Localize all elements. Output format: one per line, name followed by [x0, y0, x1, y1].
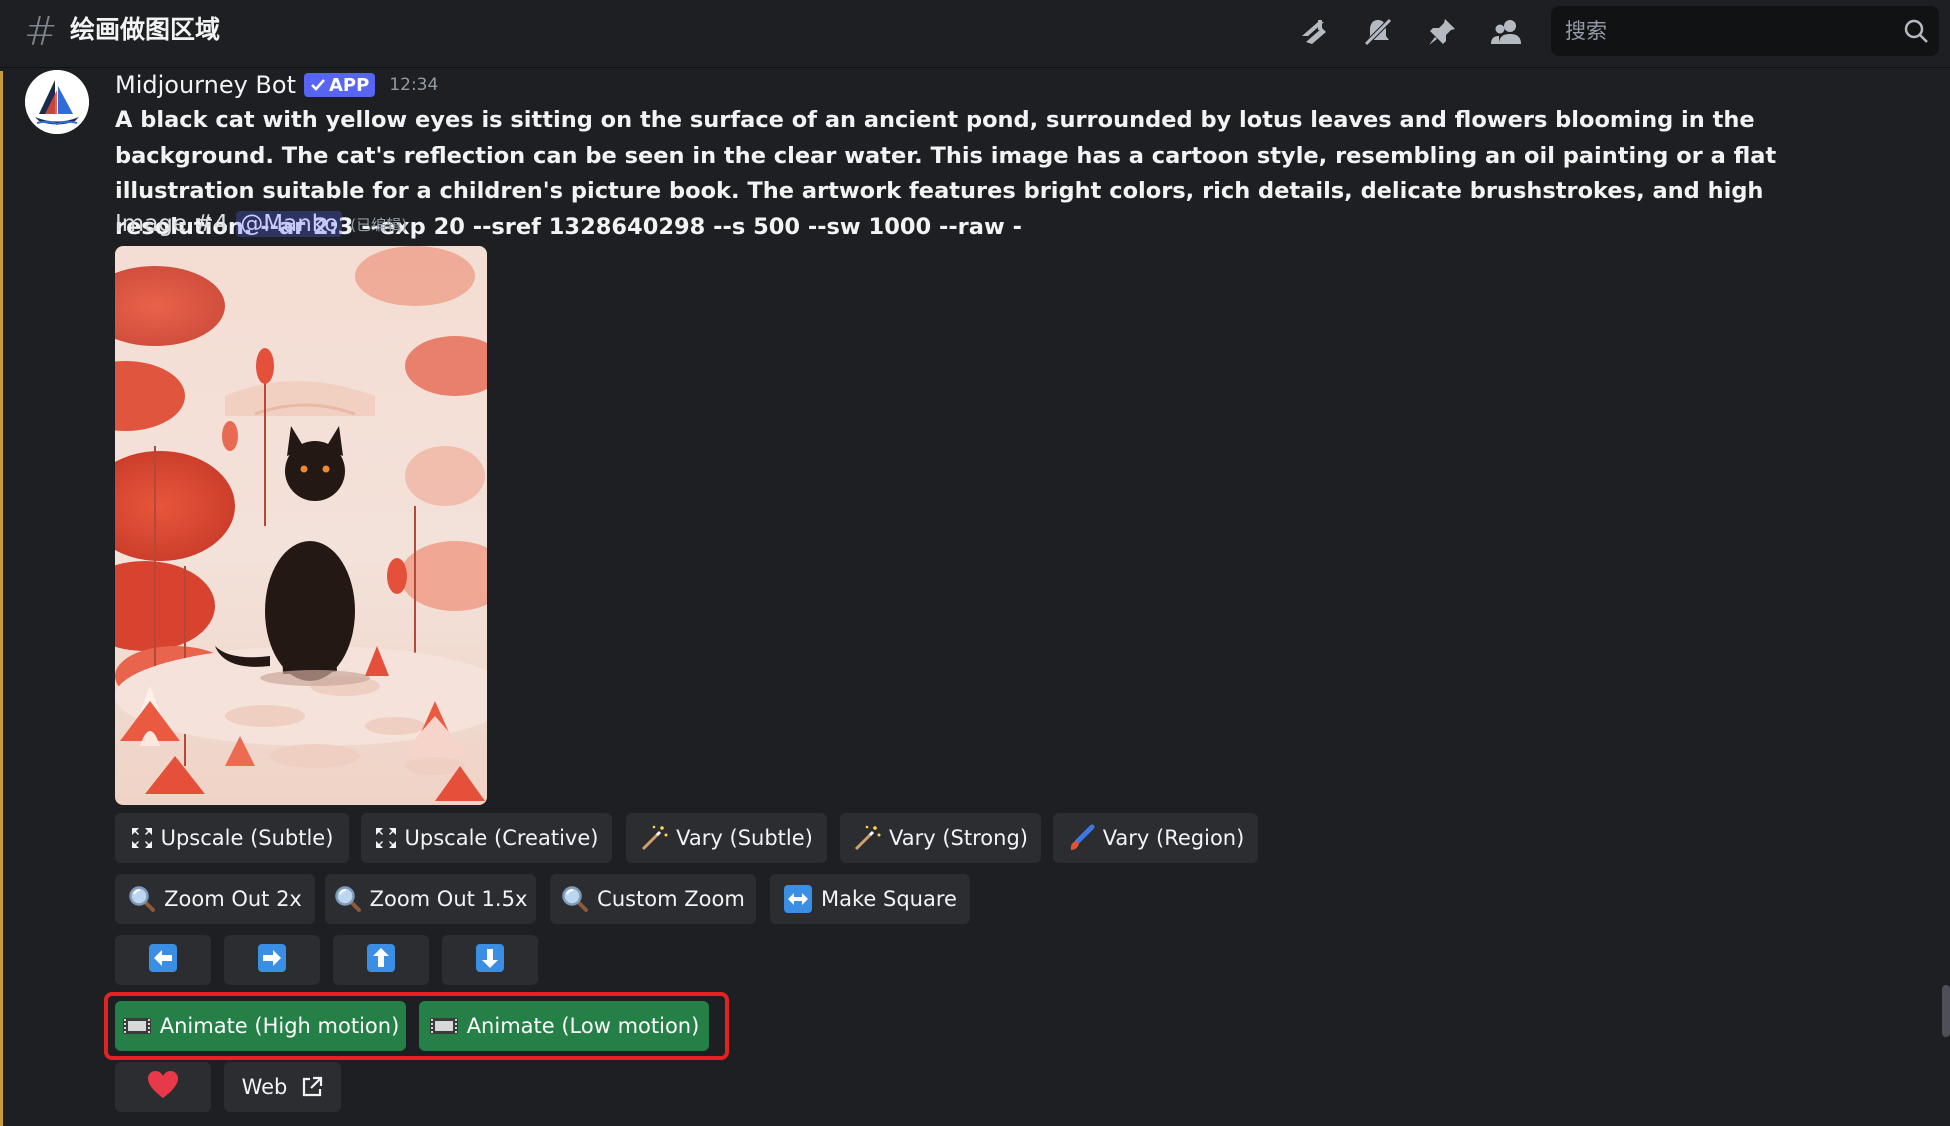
vary-strong-label: Vary (Strong)	[889, 826, 1028, 850]
animate-high-motion-label: Animate (High motion)	[159, 1014, 400, 1038]
arrow-down-icon	[475, 943, 505, 978]
expand-icon	[375, 827, 397, 849]
image-subline: Image #4 @Manko (已编辑)	[115, 207, 407, 241]
search-icon[interactable]	[1903, 18, 1929, 48]
external-link-icon	[301, 1076, 323, 1098]
generated-image[interactable]	[115, 246, 487, 805]
channel-hash-icon: #	[24, 9, 58, 55]
app-badge: APP	[303, 73, 376, 97]
username[interactable]: Midjourney Bot	[115, 71, 296, 99]
vary-region-button[interactable]: Vary (Region)	[1053, 813, 1258, 863]
arrow-left-icon	[148, 943, 178, 978]
pan-left-button[interactable]	[115, 935, 211, 985]
magnifier-icon	[334, 885, 362, 913]
expand-icon	[131, 827, 153, 849]
magic-wand-icon	[640, 824, 668, 852]
custom-zoom-label: Custom Zoom	[597, 887, 745, 911]
film-icon	[429, 1015, 459, 1037]
web-label: Web	[241, 1075, 288, 1099]
members-icon[interactable]	[1486, 12, 1526, 52]
badge-label: APP	[328, 74, 370, 96]
user-mention[interactable]: @Manko	[236, 211, 343, 237]
timestamp: 12:34	[389, 75, 439, 95]
custom-zoom-button[interactable]: Custom Zoom	[550, 874, 756, 924]
message-header: Midjourney Bot APP 12:34	[115, 69, 438, 101]
pan-up-button[interactable]	[333, 935, 429, 985]
zoom-out-2x-button[interactable]: Zoom Out 2x	[115, 874, 315, 924]
make-square-button[interactable]: Make Square	[770, 874, 970, 924]
search-box[interactable]	[1551, 6, 1939, 56]
image-label: Image #4	[115, 211, 229, 237]
threads-icon[interactable]	[1294, 12, 1334, 52]
animate-low-motion-button[interactable]: Animate (Low motion)	[419, 1001, 709, 1051]
edited-label: (已编辑)	[350, 215, 408, 234]
pan-down-button[interactable]	[442, 935, 538, 985]
arrow-right-icon	[257, 943, 287, 978]
scrollbar-thumb[interactable]	[1942, 985, 1950, 1037]
upscale-creative-button[interactable]: Upscale (Creative)	[361, 813, 612, 863]
favorite-button[interactable]	[115, 1062, 211, 1112]
message-highlight-bar	[0, 71, 3, 1126]
magnifier-icon	[128, 885, 156, 913]
pin-icon[interactable]	[1422, 12, 1462, 52]
search-input[interactable]	[1565, 6, 1885, 56]
vary-subtle-label: Vary (Subtle)	[676, 826, 813, 850]
message-area: Midjourney Bot APP 12:34 A black cat wit…	[0, 69, 1950, 1126]
check-icon	[311, 79, 325, 91]
arrow-up-icon	[366, 943, 396, 978]
pan-right-button[interactable]	[224, 935, 320, 985]
channel-header: # 绘画做图区域	[0, 0, 1950, 68]
magnifier-icon	[561, 885, 589, 913]
zoom-out-1-5x-button[interactable]: Zoom Out 1.5x	[325, 874, 536, 924]
upscale-subtle-label: Upscale (Subtle)	[160, 826, 334, 850]
mute-icon[interactable]	[1358, 12, 1398, 52]
zoom-out-2x-label: Zoom Out 2x	[164, 887, 302, 911]
avatar[interactable]	[25, 70, 89, 134]
web-link-button[interactable]: Web	[224, 1062, 341, 1112]
heart-icon	[147, 1070, 179, 1105]
zoom-out-1-5x-label: Zoom Out 1.5x	[369, 887, 528, 911]
paintbrush-icon	[1067, 824, 1095, 852]
animate-high-motion-button[interactable]: Animate (High motion)	[115, 1001, 406, 1051]
upscale-creative-label: Upscale (Creative)	[404, 826, 599, 850]
make-square-label: Make Square	[821, 887, 957, 911]
film-icon	[122, 1015, 152, 1037]
vary-subtle-button[interactable]: Vary (Subtle)	[626, 813, 827, 863]
left-right-arrow-icon	[783, 884, 813, 914]
magic-wand-icon	[853, 824, 881, 852]
animate-low-motion-label: Animate (Low motion)	[466, 1014, 700, 1038]
upscale-subtle-button[interactable]: Upscale (Subtle)	[115, 813, 349, 863]
vary-strong-button[interactable]: Vary (Strong)	[840, 813, 1041, 863]
vary-region-label: Vary (Region)	[1102, 826, 1245, 850]
channel-name: 绘画做图区域	[70, 15, 221, 44]
